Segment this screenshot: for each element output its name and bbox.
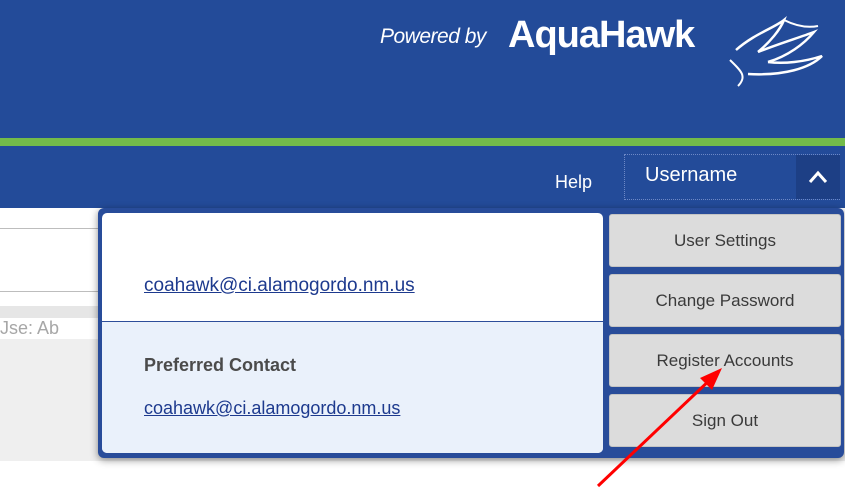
- account-email-link[interactable]: coahawk@ci.alamogordo.nm.us: [144, 275, 415, 297]
- user-menu-toggle[interactable]: [796, 155, 840, 199]
- background-strip: [0, 306, 100, 318]
- register-accounts-button[interactable]: Register Accounts: [609, 334, 841, 387]
- user-menu-button[interactable]: Username: [624, 154, 840, 200]
- username-label: Username: [645, 164, 738, 186]
- email-section: coahawk@ci.alamogordo.nm.us: [102, 213, 603, 321]
- help-link[interactable]: Help: [555, 172, 592, 193]
- accent-stripe: [0, 138, 845, 146]
- change-password-button[interactable]: Change Password: [609, 274, 841, 327]
- preferred-contact-email-link[interactable]: coahawk@ci.alamogordo.nm.us: [144, 398, 400, 419]
- user-settings-button[interactable]: User Settings: [609, 214, 841, 267]
- aquahawk-logo: Powered by AquaHawk: [380, 8, 840, 98]
- preferred-contact-label: Preferred Contact: [144, 355, 297, 375]
- background-partial-text: Jse: Ab: [0, 318, 60, 338]
- account-email-card: coahawk@ci.alamogordo.nm.us Preferred Co…: [102, 213, 603, 453]
- brand-name: AquaHawk: [508, 14, 695, 56]
- hawk-logo-icon: [729, 16, 823, 87]
- chevron-up-icon: [808, 170, 828, 183]
- sign-out-button[interactable]: Sign Out: [609, 394, 841, 447]
- header-bar: Powered by AquaHawk: [0, 0, 845, 138]
- powered-by-text: Powered by: [380, 25, 486, 48]
- preferred-contact-section: Preferred Contact coahawk@ci.alamogordo.…: [102, 321, 603, 453]
- background-input-field: [0, 228, 100, 292]
